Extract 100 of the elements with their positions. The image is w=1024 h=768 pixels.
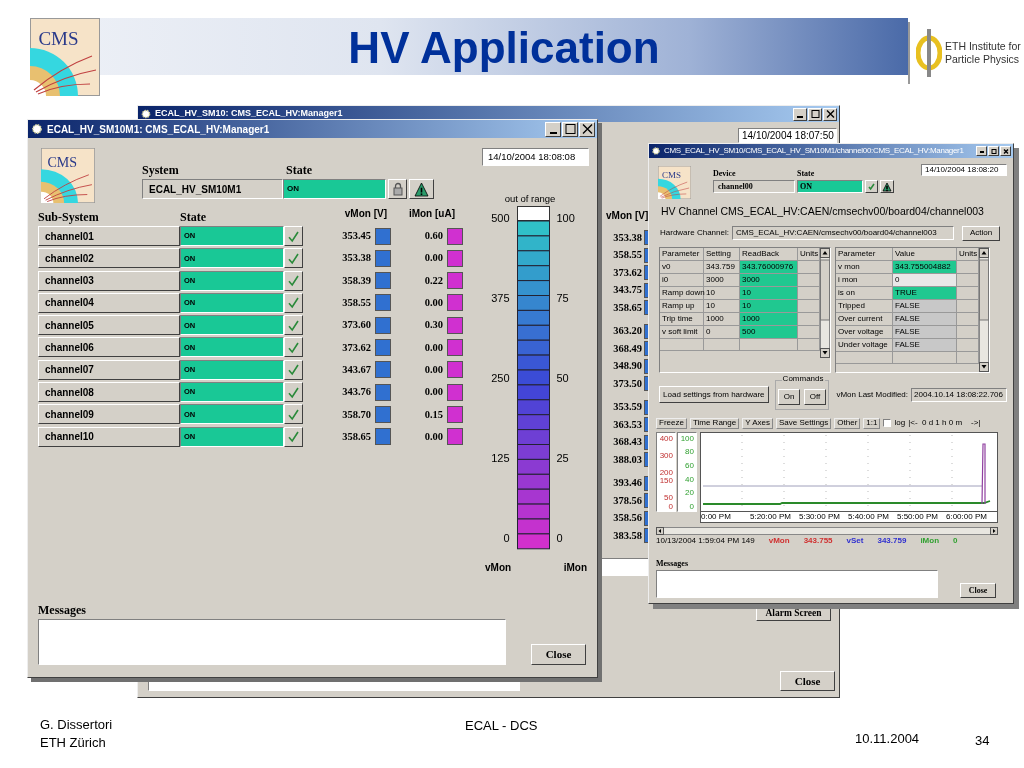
close-button[interactable]: Close <box>531 644 586 665</box>
scrollbar[interactable] <box>979 247 989 372</box>
scale-label: vMon <box>485 561 512 576</box>
column-header: ReadBack <box>740 247 798 261</box>
legend-label: iMon <box>920 536 940 545</box>
voltage-value: 353.38 <box>342 251 371 266</box>
channel-name: channel03 <box>38 270 180 291</box>
warning-button[interactable] <box>409 179 434 199</box>
legend-label: vSet <box>846 536 864 545</box>
author-name: G. Dissertori <box>40 716 114 734</box>
lock-button[interactable] <box>388 179 407 199</box>
column-header: Value <box>893 247 957 261</box>
gear-icon <box>651 146 661 156</box>
tick-label: 200 <box>659 468 673 477</box>
hardware-channel-field: CMS_ECAL_HV:CAEN/cmsechv00/board04/channel003 <box>732 226 954 241</box>
toolbar-button[interactable]: Other <box>834 417 861 429</box>
voltage-indicator <box>375 249 391 267</box>
table-cell: v0 <box>660 260 704 274</box>
voltage-value: 363.20 <box>612 324 642 339</box>
footer-date: 10.11.2004 <box>855 730 921 748</box>
logo-text: CMS <box>47 155 78 170</box>
voltage-value: 358.65 <box>612 300 642 315</box>
tick-label: 100 <box>680 434 694 443</box>
scale-label: 500 <box>490 211 510 227</box>
warning-button[interactable] <box>880 180 894 193</box>
current-indicator <box>447 428 463 446</box>
column-header: Parameter <box>836 247 893 261</box>
toolbar-button[interactable]: 1:1 <box>863 417 881 429</box>
current-indicator <box>447 339 463 356</box>
minimize-button[interactable] <box>976 146 987 156</box>
channel-name: channel05 <box>38 315 180 336</box>
voltage-indicator <box>375 361 391 379</box>
current-value: 0.22 <box>424 273 443 288</box>
check-icon <box>287 341 300 354</box>
scale-label: 100 <box>556 211 576 227</box>
scale-label: 375 <box>490 291 510 307</box>
action-button[interactable]: Action <box>962 225 1000 241</box>
empty-cell <box>740 338 798 351</box>
column-header: Sub-System <box>38 209 100 226</box>
tick-label: 20 <box>685 489 694 498</box>
gear-icon <box>30 122 44 136</box>
current-value: 0.60 <box>424 229 443 244</box>
voltage-value: 378.56 <box>612 493 642 508</box>
range-end-button[interactable]: ->| <box>971 419 981 428</box>
voltage-indicator <box>375 294 391 312</box>
minimize-button[interactable] <box>793 107 807 121</box>
toolbar-button[interactable]: Time Range <box>689 417 740 429</box>
tick-label: 300 <box>659 451 673 460</box>
field-label: State <box>797 168 815 180</box>
maximize-icon <box>563 123 577 135</box>
channel-name: channel01 <box>38 226 180 246</box>
maximize-button[interactable] <box>808 107 822 121</box>
maximize-button[interactable] <box>988 146 999 156</box>
close-button[interactable]: Close <box>780 671 835 691</box>
table-cell: Trip time <box>660 312 704 326</box>
load-button[interactable]: Load settings from hardware <box>659 386 769 404</box>
close-button[interactable] <box>579 121 595 137</box>
log-checkbox[interactable] <box>883 419 892 428</box>
command-button[interactable]: Off <box>804 388 826 405</box>
close-button[interactable] <box>823 107 837 121</box>
empty-cell <box>836 351 893 364</box>
status-time: 10/13/2004 1:59:04 PM 149 <box>656 536 755 545</box>
window-title: CMS_ECAL_HV_SM10/CMS_ECAL_HV_SM10M1/channel00:CMS_ECAL_HV:Manager1 <box>664 145 964 157</box>
logo-drawing <box>658 166 691 199</box>
tick-label: 150 <box>659 477 673 486</box>
voltage-value: 363.53 <box>612 417 642 432</box>
close-button[interactable]: Close <box>960 583 996 598</box>
field-label: Hardware Channel: <box>660 227 730 240</box>
voltage-value: 373.62 <box>342 340 371 355</box>
check-icon <box>287 407 300 421</box>
scale-label: 50 <box>556 371 570 386</box>
logo-text: CMS <box>661 170 681 180</box>
voltage-value: 383.58 <box>612 528 642 543</box>
warning-icon <box>882 181 892 192</box>
column-header: iMon [uA] <box>407 207 456 221</box>
minimize-button[interactable] <box>545 121 561 137</box>
close-button[interactable] <box>1000 146 1011 156</box>
institute-name: ETH Institute for <box>945 40 1021 53</box>
tick-label: 400 <box>659 434 673 443</box>
state-field: ON <box>797 180 863 193</box>
legend-value: 343.759 <box>877 536 907 545</box>
scale-label: 75 <box>556 291 570 307</box>
maximize-button[interactable] <box>562 121 578 137</box>
table-cell: Ramp down <box>660 286 704 300</box>
toolbar-button[interactable]: Y Axes <box>742 417 773 429</box>
toolbar-button[interactable]: Freeze <box>656 417 687 429</box>
voltage-indicator <box>375 383 391 401</box>
command-button[interactable]: On <box>778 388 800 405</box>
scale-label: iMon <box>563 561 587 576</box>
voltage-value: 348.90 <box>612 359 642 374</box>
voltage-indicator <box>375 316 391 334</box>
logo-text: CMS <box>38 28 79 48</box>
warning-icon <box>414 181 429 197</box>
current-value: 0.00 <box>424 362 443 377</box>
scrollbar[interactable] <box>820 247 830 358</box>
maximize-icon <box>809 109 821 119</box>
channel-heading: HV Channel CMS_ECAL_HV:CAEN/cmsechv00/board04/channel003 <box>661 204 985 219</box>
toolbar-button[interactable]: Save Settings <box>775 417 832 429</box>
horizontal-scrollbar[interactable] <box>656 526 998 535</box>
field-label: Device <box>713 168 737 180</box>
